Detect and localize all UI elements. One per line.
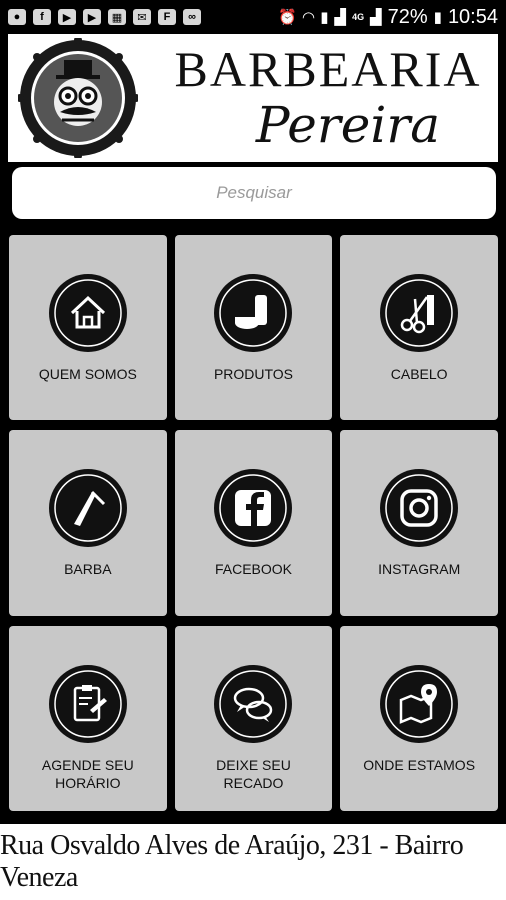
tile-label-line-1: DEIXE SEU [216, 756, 291, 773]
mail-notification-icon: ✉ [133, 9, 151, 25]
signal-icon-2: ▟ [370, 9, 382, 26]
clock: 10:54 [447, 5, 498, 28]
menu-grid: QUEM SOMOS PRODUTOS CABELO BARBA FACEBOO… [9, 235, 498, 811]
tile-label: BARBA [64, 561, 112, 578]
tile-deixe-seu-recado[interactable]: DEIXE SEU RECADO [174, 625, 333, 811]
tile-label: AGENDE SEU HORÁRIO [42, 756, 134, 792]
tile-produtos[interactable]: PRODUTOS [174, 235, 333, 421]
status-bar: ● f ▶ ▶ ▦ ✉ F ∞ ⏰ ◠ ▮ ▟ 4G ▟ 72% ▮ 10:54 [0, 0, 506, 34]
alarm-icon: ⏰ [278, 9, 297, 26]
facebook-icon [214, 469, 293, 548]
signal-icon: ▟ [334, 9, 347, 26]
wifi-icon: ◠ [302, 9, 315, 26]
map-pin-icon [380, 664, 459, 743]
tile-label-line-2: RECADO [223, 774, 284, 791]
flipboard-notification-icon: F [158, 9, 176, 25]
scissors-comb-icon [380, 274, 459, 352]
razor-icon [48, 469, 127, 548]
home-icon [48, 274, 127, 352]
tile-label: DEIXE SEU RECADO [216, 756, 291, 792]
address-text: Rua Osvaldo Alves de Araújo, 231 - Bairr… [0, 830, 464, 893]
tile-agende-seu-horario[interactable]: AGENDE SEU HORÁRIO [9, 625, 167, 811]
tile-label: PRODUTOS [213, 366, 294, 382]
tile-onde-estamos[interactable]: ONDE ESTAMOS [340, 625, 498, 811]
network-type-label: 4G [352, 12, 365, 22]
gallery-notification-icon: ▦ [108, 9, 126, 25]
barbershop-logo [18, 38, 138, 158]
tile-instagram[interactable]: INSTAGRAM [340, 430, 498, 616]
notification-icons: ● f ▶ ▶ ▦ ✉ F ∞ [8, 9, 201, 25]
brand-title: BARBEARIA [174, 41, 482, 97]
battery-percent: 72% [387, 5, 428, 28]
clipboard-icon [48, 664, 127, 743]
tile-label: QUEM SOMOS [38, 366, 137, 382]
youtube-notification-icon-2: ▶ [83, 9, 101, 25]
tile-label: CABELO [390, 366, 448, 382]
brand-subtitle: Pereira [255, 96, 441, 154]
tile-label: INSTAGRAM [378, 561, 461, 578]
battery-icon: ▮ [433, 9, 442, 26]
tile-label-line-2: HORÁRIO [55, 774, 121, 791]
tile-facebook[interactable]: FACEBOOK [174, 430, 333, 616]
app-notification-icon: ● [8, 9, 26, 25]
youtube-notification-icon: ▶ [58, 9, 76, 25]
tile-quem-somos[interactable]: QUEM SOMOS [9, 235, 167, 421]
tile-cabelo[interactable]: CABELO [340, 235, 498, 421]
voicemail-notification-icon: ∞ [183, 9, 201, 25]
sim-icon: ▮ [320, 9, 329, 26]
tile-barba[interactable]: BARBA [9, 430, 167, 616]
system-icons: ⏰ ◠ ▮ ▟ 4G ▟ 72% ▮ 10:54 [278, 6, 498, 29]
address-footer: Rua Osvaldo Alves de Araújo, 231 - Bairr… [0, 824, 506, 900]
facebook-notification-icon: f [33, 9, 51, 25]
products-icon [214, 274, 293, 352]
tile-label: ONDE ESTAMOS [363, 756, 476, 773]
tile-label-line-1: AGENDE SEU [41, 756, 134, 773]
chat-bubbles-icon [214, 664, 293, 743]
header-banner: BARBEARIA Pereira [8, 34, 498, 162]
search-input[interactable] [12, 167, 496, 219]
tile-label: FACEBOOK [214, 561, 292, 578]
instagram-icon [380, 469, 459, 548]
